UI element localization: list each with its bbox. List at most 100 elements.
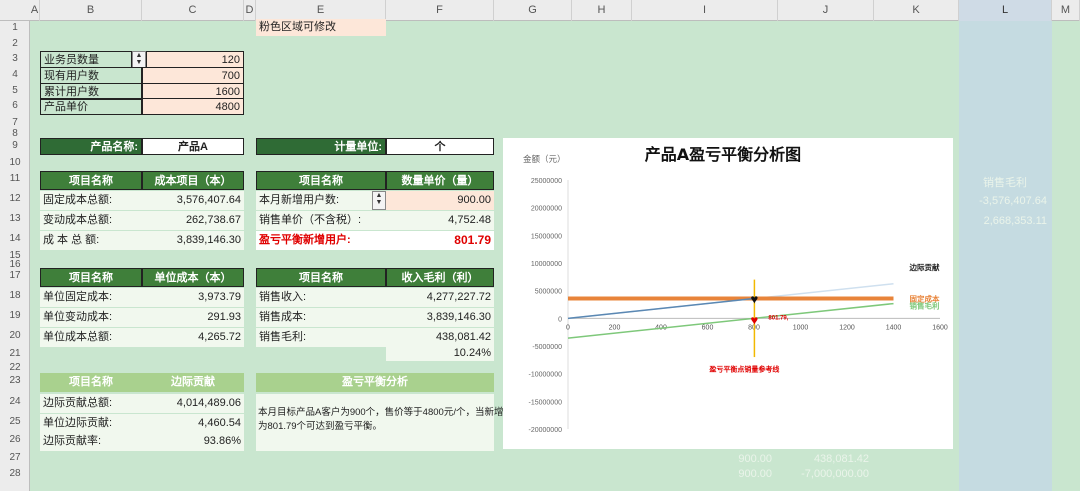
x-tick-label: 1400	[886, 324, 902, 331]
y-tick-label: -20000000	[529, 427, 563, 434]
column-header-e[interactable]: E	[256, 0, 386, 21]
y-tick-label: 15000000	[531, 233, 562, 240]
margin-row-label: 单位边际贡献:	[40, 414, 142, 433]
x-tick-label: 0	[566, 324, 570, 331]
row-header-16[interactable]: 16	[0, 259, 30, 270]
row-header-20[interactable]: 20	[0, 330, 30, 341]
series-line	[567, 302, 894, 339]
series-label: 销售毛利	[910, 301, 940, 311]
breakeven-marker-black: ♥	[751, 292, 759, 307]
margin-header-name: 项目名称	[40, 373, 142, 392]
unit-cost-header-name: 项目名称	[40, 268, 142, 287]
x-tick-label: 200	[609, 324, 621, 331]
row-header-7[interactable]: 7	[0, 117, 30, 128]
analysis-text-line: 为801.79个可达到盈亏平衡。	[258, 421, 383, 432]
column-header-j[interactable]: J	[778, 0, 874, 21]
column-header-i[interactable]: I	[632, 0, 778, 21]
profit-row-value: 438,081.42	[386, 328, 494, 347]
spinner-salesmen[interactable]: ▲ ▼	[132, 51, 146, 68]
row-header-2[interactable]: 2	[0, 38, 30, 49]
cost-row-value: 3,576,407.64	[142, 191, 244, 210]
row-header-6[interactable]: 6	[0, 100, 30, 111]
column-header-a[interactable]: A	[30, 0, 40, 21]
row-header-27[interactable]: 27	[0, 452, 30, 463]
column-header-m[interactable]: M	[1052, 0, 1080, 21]
profit-margin-pct: 10.24%	[386, 347, 494, 361]
input-existing-users[interactable]: 700	[142, 67, 244, 84]
row-header-23[interactable]: 23	[0, 375, 30, 386]
cost-table-header-item: 成本项目（本）	[142, 171, 244, 190]
breakeven-label: 801.79,	[768, 315, 788, 321]
column-header-k[interactable]: K	[874, 0, 959, 21]
row-header-11[interactable]: 11	[0, 173, 30, 184]
qty-new-users-input[interactable]: 900.00	[386, 191, 494, 210]
row-header-4[interactable]: 4	[0, 69, 30, 80]
cost-table-header-name: 项目名称	[40, 171, 142, 190]
faint-cell-j28: -7,000,000.00	[801, 468, 869, 480]
faint-cell-l11: 销售毛利	[983, 177, 1027, 189]
unit-cost-row-label: 单位成本总额:	[40, 328, 142, 347]
row-header-26[interactable]: 26	[0, 434, 30, 445]
breakeven-chart[interactable]: 产品A盈亏平衡分析图 金额（元） 25000000 20000000 15000000 1…	[503, 138, 994, 449]
margin-row-value: 4,014,489.06	[142, 394, 244, 413]
column-header-c[interactable]: C	[142, 0, 244, 21]
x-tick-label: 1600	[932, 324, 948, 331]
unit-cost-row-label: 单位固定成本:	[40, 288, 142, 307]
y-tick-label: -10000000	[529, 372, 563, 379]
qty-table-header-name: 项目名称	[256, 171, 386, 190]
x-tick-label: 600	[702, 324, 714, 331]
margin-header-item: 边际贡献	[142, 373, 244, 392]
profit-row-label: 销售收入:	[256, 288, 386, 307]
row-header-22[interactable]: 22	[0, 362, 30, 373]
row-header-13[interactable]: 13	[0, 213, 30, 224]
column-header-h[interactable]: H	[572, 0, 632, 21]
row-header-28[interactable]: 28	[0, 468, 30, 479]
row-header-18[interactable]: 18	[0, 290, 30, 301]
row-header-12[interactable]: 12	[0, 193, 30, 204]
cost-row-value: 3,839,146.30	[142, 231, 244, 250]
row-header-14[interactable]: 14	[0, 233, 30, 244]
qty-row-value: 4,752.48	[386, 211, 494, 230]
column-header-g[interactable]: G	[494, 0, 572, 21]
chart-ylabel: 金额（元）	[523, 154, 566, 164]
breakeven-marker-red: ♥	[751, 312, 759, 327]
column-header-bar: ABCDEFGHIJKLM	[0, 0, 1080, 21]
column-header-b[interactable]: B	[40, 0, 142, 21]
row-header-1[interactable]: 1	[0, 22, 30, 33]
unit-cost-row-value: 291.93	[142, 308, 244, 327]
row-header-24[interactable]: 24	[0, 396, 30, 407]
faint-cell-l13: 2,668,353.11	[983, 215, 1047, 227]
y-tick-label: 5000000	[535, 289, 562, 296]
column-header-d[interactable]: D	[244, 0, 256, 21]
input-label-salesmen: 业务员数量	[40, 51, 132, 68]
column-header-l[interactable]: L	[959, 0, 1052, 21]
analysis-text-box: 本月目标产品A客户为900个，售价等于4800元/个，当新增客户 为801.79…	[256, 394, 522, 451]
row-header-3[interactable]: 3	[0, 53, 30, 64]
profit-row-value: 4,277,227.72	[386, 288, 494, 307]
chart-title: 产品A盈亏平衡分析图	[645, 145, 801, 164]
row-header-19[interactable]: 19	[0, 310, 30, 321]
qty-row-label: 本月新增用户数:	[256, 191, 372, 210]
cost-row-label: 变动成本总额:	[40, 211, 142, 230]
series-label: 边际贡献	[909, 262, 940, 272]
x-tick-label: 1200	[839, 324, 855, 331]
unit-value[interactable]: 个	[386, 138, 494, 155]
profit-row-value: 3,839,146.30	[386, 308, 494, 327]
row-header-10[interactable]: 10	[0, 157, 30, 168]
row-header-8[interactable]: 8	[0, 128, 30, 139]
faint-cell-l12: -3,576,407.64	[979, 195, 1047, 207]
input-unit-price[interactable]: 4800	[142, 98, 244, 115]
row-header-21[interactable]: 21	[0, 348, 30, 359]
row-header-17[interactable]: 17	[0, 270, 30, 281]
row-header-25[interactable]: 25	[0, 416, 30, 427]
cost-row-label: 成 本 总 额:	[40, 231, 142, 250]
column-header-f[interactable]: F	[386, 0, 494, 21]
qty-row-label: 销售单价（不含税）:	[256, 211, 386, 230]
product-name-value[interactable]: 产品A	[142, 138, 244, 155]
row-header-9[interactable]: 9	[0, 140, 30, 151]
input-salesmen-count[interactable]: 120	[146, 51, 244, 68]
input-label-unit-price: 产品单价	[40, 98, 142, 115]
row-header-5[interactable]: 5	[0, 85, 30, 96]
y-tick-label: -15000000	[529, 399, 563, 406]
spinner-new-users[interactable]: ▲ ▼	[372, 191, 386, 210]
